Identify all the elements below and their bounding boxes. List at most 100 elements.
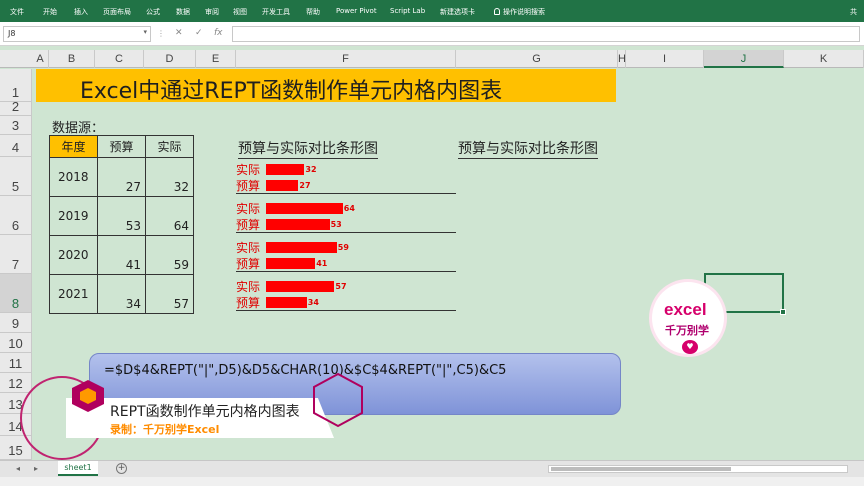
cell-budget[interactable]: 41	[97, 235, 146, 275]
column-header-i[interactable]: I	[626, 50, 704, 68]
bar-cell-2018[interactable]: 实际 32 预算 27	[236, 161, 456, 194]
name-box-value: J8	[8, 29, 16, 38]
tab-page-layout[interactable]: 页面布局	[103, 7, 131, 17]
share-button[interactable]: 共	[850, 7, 857, 17]
tab-script-lab[interactable]: Script Lab	[390, 7, 425, 15]
tab-data[interactable]: 数据	[176, 7, 190, 17]
logo-text-excel: excel	[664, 300, 707, 319]
fill-handle[interactable]	[780, 309, 786, 315]
column-header-e[interactable]: E	[196, 50, 236, 68]
status-bar	[0, 477, 864, 486]
row-header-2[interactable]: 2	[0, 99, 32, 116]
column-header-f[interactable]: F	[236, 50, 456, 68]
bar-value: 57	[335, 281, 347, 291]
tab-home[interactable]: 开始	[43, 7, 57, 17]
bar-line-budget: 预算 53	[236, 216, 456, 232]
tell-me-label: 操作说明搜索	[503, 8, 545, 16]
row-header-6[interactable]: 6	[0, 196, 32, 235]
row-header-1[interactable]: 1	[0, 69, 32, 102]
header-year[interactable]: 年度	[49, 135, 98, 158]
cell-actual[interactable]: 57	[145, 274, 194, 314]
bar-budget	[266, 179, 299, 191]
tell-me-search[interactable]: 操作说明搜索	[494, 7, 545, 17]
enter-icon[interactable]: ✓	[195, 28, 203, 38]
hexagon-outline-icon	[313, 372, 363, 428]
bar-label: 预算	[236, 295, 261, 310]
horizontal-scrollbar[interactable]	[548, 465, 848, 473]
bar-line-actual: 实际 59	[236, 239, 456, 255]
chevron-down-icon[interactable]: ▾	[143, 28, 147, 36]
bar-value: 59	[337, 242, 349, 252]
excel-window: 文件 开始 插入 页面布局 公式 数据 审阅 视图 开发工具 帮助 Power …	[0, 0, 864, 486]
bar-budget	[266, 257, 316, 269]
bar-cell-2019[interactable]: 实际 64 预算 53	[236, 200, 456, 233]
column-header-a[interactable]: A	[32, 50, 49, 68]
tab-help[interactable]: 帮助	[306, 7, 320, 17]
chart-title-g[interactable]: 预算与实际对比条形图	[458, 138, 598, 159]
tab-insert[interactable]: 插入	[74, 7, 88, 17]
tab-view[interactable]: 视图	[233, 7, 247, 17]
tab-new-tab[interactable]: 新建选项卡	[440, 7, 475, 17]
sheet-title: Excel中通过REPT函数制作单元内格内图表	[80, 79, 503, 104]
tab-file[interactable]: 文件	[10, 7, 24, 17]
lightbulb-icon	[494, 8, 500, 15]
row-header-11[interactable]: 11	[0, 353, 32, 373]
row-header-8[interactable]: 8	[0, 274, 32, 313]
scroll-right-icon[interactable]: ▸	[34, 464, 38, 473]
bar-budget	[266, 218, 330, 230]
bar-line-actual: 实际 64	[236, 200, 456, 216]
row-header-7[interactable]: 7	[0, 235, 32, 274]
cell-actual[interactable]: 32	[145, 157, 194, 197]
tab-review[interactable]: 审阅	[205, 7, 219, 17]
cell-actual[interactable]: 64	[145, 196, 194, 236]
bar-actual	[266, 241, 337, 253]
cell-budget[interactable]: 34	[97, 274, 146, 314]
name-box[interactable]: J8 ▾	[3, 26, 151, 42]
bar-label: 预算	[236, 217, 261, 232]
row-header-5[interactable]: 5	[0, 157, 32, 196]
bar-cell-2021[interactable]: 实际 57 预算 34	[236, 278, 456, 311]
tab-developer[interactable]: 开发工具	[262, 7, 290, 17]
row-header-4[interactable]: 4	[0, 135, 32, 157]
ribbon-tab-bar: 文件 开始 插入 页面布局 公式 数据 审阅 视图 开发工具 帮助 Power …	[0, 0, 864, 22]
row-header-10[interactable]: 10	[0, 333, 32, 353]
sheet-tab-sheet1[interactable]: sheet1	[58, 461, 98, 476]
insert-function-icon[interactable]: fx	[214, 28, 223, 38]
column-header-b[interactable]: B	[49, 50, 95, 68]
formula-input[interactable]	[232, 26, 860, 42]
cancel-icon[interactable]: ✕	[175, 28, 183, 38]
row-header-9[interactable]: 9	[0, 313, 32, 333]
bar-cell-2020[interactable]: 实际 59 预算 41	[236, 239, 456, 272]
column-header-g[interactable]: G	[456, 50, 618, 68]
bar-label: 实际	[236, 279, 261, 294]
bar-line-actual: 实际 32	[236, 161, 456, 177]
cell-year[interactable]: 2019	[49, 196, 98, 236]
column-header-d[interactable]: D	[144, 50, 196, 68]
scrollbar-thumb[interactable]	[551, 467, 731, 471]
cell-budget[interactable]: 27	[97, 157, 146, 197]
formula-callout-text: =$D$4&REPT("|",D5)&D5&CHAR(10)&$C$4&REPT…	[104, 363, 507, 378]
bar-label: 预算	[236, 256, 261, 271]
cell-actual[interactable]: 59	[145, 235, 194, 275]
add-sheet-icon[interactable]: +	[116, 463, 127, 474]
formula-bar-grip-icon: ⋮	[157, 29, 165, 38]
row-header-3[interactable]: 3	[0, 116, 32, 135]
sheet-tab-bar: ◂ ▸ sheet1 +	[0, 460, 864, 477]
header-budget[interactable]: 预算	[97, 135, 146, 158]
column-header-j[interactable]: J	[704, 50, 784, 68]
column-header-k[interactable]: K	[784, 50, 864, 68]
tab-formulas[interactable]: 公式	[146, 7, 160, 17]
cell-budget[interactable]: 53	[97, 196, 146, 236]
row-header-12[interactable]: 12	[0, 373, 32, 393]
cell-year[interactable]: 2018	[49, 157, 98, 197]
source-data-table: 年度 预算 实际 2018 27 32 2019 53 64 2020 41 5…	[49, 135, 194, 314]
column-header-bar: A B C D E F G H I J K	[0, 50, 864, 68]
cell-year[interactable]: 2020	[49, 235, 98, 275]
column-header-c[interactable]: C	[95, 50, 144, 68]
tab-power-pivot[interactable]: Power Pivot	[336, 7, 377, 15]
column-header-h[interactable]: H	[618, 50, 626, 68]
cell-year[interactable]: 2021	[49, 274, 98, 314]
chart-title-f[interactable]: 预算与实际对比条形图	[238, 138, 378, 159]
scroll-left-icon[interactable]: ◂	[16, 464, 20, 473]
header-actual[interactable]: 实际	[145, 135, 194, 158]
